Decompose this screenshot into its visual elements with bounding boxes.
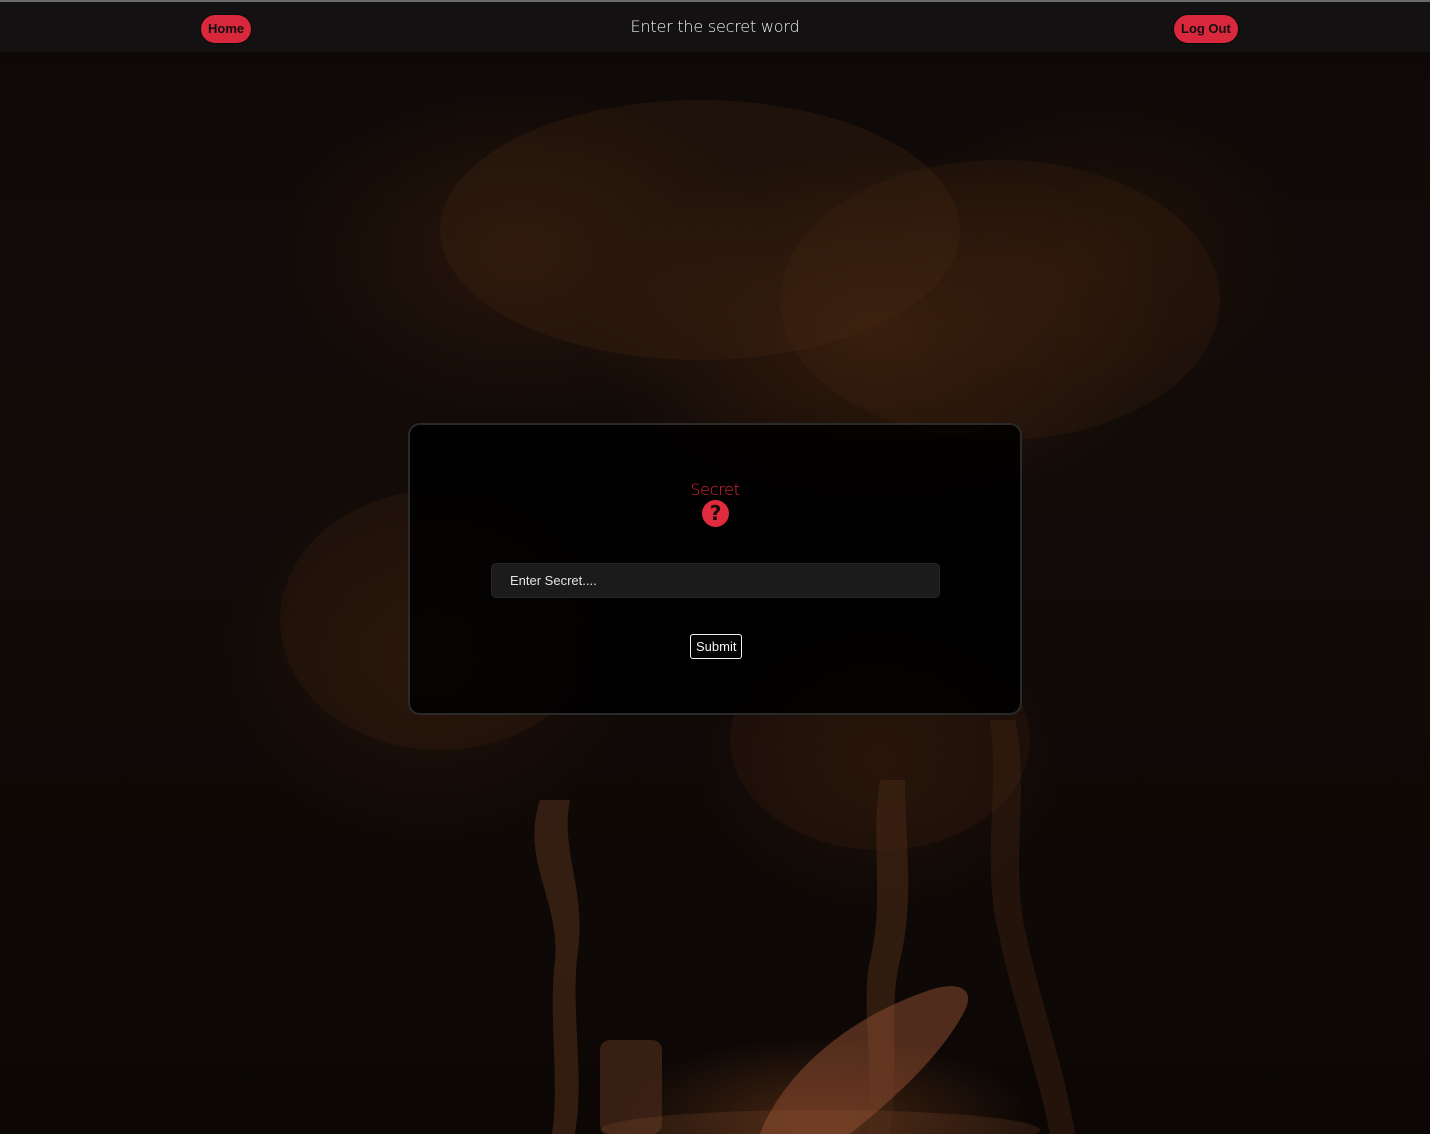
secret-form-card: Secret ? Submit — [408, 423, 1022, 715]
question-circle-icon[interactable]: ? — [702, 500, 729, 527]
secret-heading: Secret — [690, 480, 740, 499]
logout-button[interactable]: Log Out — [1174, 15, 1238, 43]
submit-button[interactable]: Submit — [690, 634, 743, 659]
page: Home Enter the secret word Log Out Secre… — [0, 0, 1430, 1134]
secret-input[interactable] — [491, 563, 940, 598]
top-nav-bar: Home Enter the secret word Log Out — [0, 0, 1430, 52]
